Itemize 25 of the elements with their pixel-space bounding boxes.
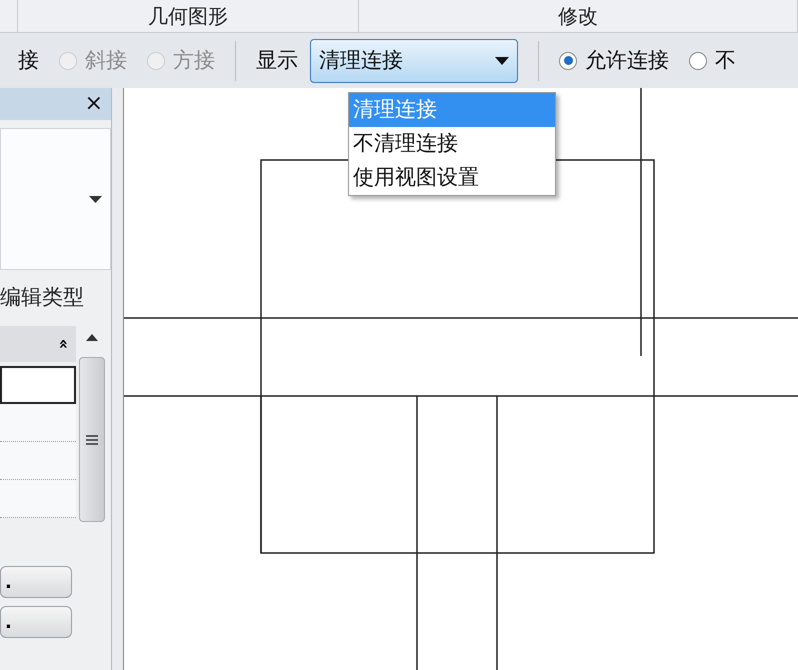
- radio-label: 允许连接: [585, 46, 669, 74]
- menu-item[interactable]: 不清理连接: [349, 127, 555, 161]
- menu-item[interactable]: 使用视图设置: [349, 161, 555, 195]
- scroll-thumb[interactable]: [79, 357, 105, 522]
- caret-icon: [89, 196, 102, 202]
- scroll-up-icon[interactable]: [86, 334, 98, 341]
- radio-label: 斜接: [85, 46, 127, 74]
- radio-button[interactable]: [559, 52, 577, 70]
- caret-icon: [495, 56, 509, 64]
- display-label: 显示: [256, 46, 298, 74]
- type-selector[interactable]: [0, 128, 111, 270]
- browse-button[interactable]: .: [0, 606, 72, 638]
- radio-label: 不: [715, 46, 736, 74]
- panel-title: 修改: [558, 3, 598, 30]
- radio-label: 接: [18, 46, 39, 74]
- display-dropdown[interactable]: 清理连接: [310, 38, 518, 82]
- close-button[interactable]: ×: [84, 93, 103, 115]
- radio-button[interactable]: [689, 52, 707, 70]
- browse-button[interactable]: .: [0, 566, 72, 598]
- radio-label: 方接: [173, 46, 215, 74]
- grip-icon: [86, 434, 98, 446]
- property-row[interactable]: [0, 366, 76, 404]
- panel-title: 几何图形: [148, 3, 228, 30]
- edit-type-link[interactable]: 编辑类型: [0, 282, 84, 314]
- group-header[interactable]: »: [0, 326, 76, 362]
